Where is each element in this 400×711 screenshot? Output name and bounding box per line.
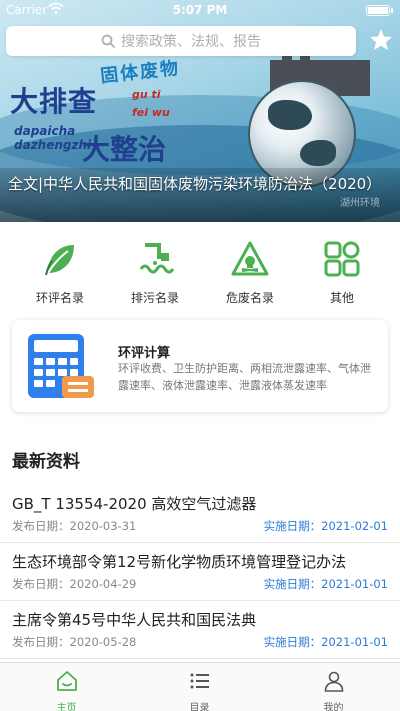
calculator-icon	[28, 334, 94, 398]
search-input[interactable]: 搜索政策、法规、报告	[6, 26, 356, 56]
tab-label: 我的	[323, 703, 344, 711]
section-title: 最新资料	[12, 452, 80, 472]
tab-label: 主页	[56, 703, 77, 711]
menu-item-label: 排污名录	[130, 291, 179, 305]
menu-item-hazardous-catalog[interactable]: 危废名录	[200, 235, 300, 305]
user-icon	[324, 671, 343, 692]
home-icon	[56, 671, 77, 691]
item-publish-date: 发布日期：2020-04-29	[12, 577, 137, 591]
tab-home[interactable]: 主页	[0, 663, 133, 711]
menu-item-label: 其他	[329, 291, 354, 305]
status-bar: Carrier 5:07 PM	[0, 0, 400, 20]
menu-item-other[interactable]: 其他	[292, 235, 392, 305]
item-implement-date: 实施日期：2021-01-01	[263, 577, 388, 591]
banner-headline-2: 大整治	[82, 133, 167, 166]
hazard-warning-icon	[231, 241, 269, 276]
card-title: 环评计算	[118, 346, 171, 361]
eia-calculator-card[interactable]: 环评计算 环评收费、卫生防护距离、两相流泄露速率、气体泄露速率、液体泄露速率、泄…	[12, 320, 388, 412]
tab-bar: 主页 目录 我的	[0, 662, 400, 711]
banner-watermark: 湖州环境	[340, 198, 380, 209]
item-publish-date: 发布日期：2020-03-31	[12, 519, 137, 533]
status-time: 5:07 PM	[172, 3, 228, 17]
search-placeholder: 搜索政策、法规、报告	[121, 34, 261, 50]
item-publish-date: 发布日期：2020-05-28	[12, 635, 137, 649]
tab-label: 目录	[189, 703, 210, 711]
item-title: 生态环境部令第12号新化学物质环境管理登记办法	[12, 553, 347, 571]
quick-menu: 环评名录 排污名录 危废名录 其他	[0, 235, 400, 305]
banner-headline-1: 大排查	[10, 85, 98, 118]
banner-globe-land	[300, 140, 336, 166]
item-implement-date: 实施日期：2021-01-01	[263, 635, 388, 649]
banner-pinyin-2: gu ti fei wu	[132, 88, 170, 119]
battery-icon	[366, 5, 390, 16]
item-title: GB_T 13554-2020 高效空气过滤器	[12, 495, 257, 513]
menu-item-label: 危废名录	[225, 291, 274, 305]
search-icon	[101, 34, 115, 48]
list-item[interactable]: GB_T 13554-2020 高效空气过滤器 发布日期：2020-03-31 …	[0, 485, 400, 543]
tab-catalog[interactable]: 目录	[133, 663, 266, 711]
item-title: 主席令第45号中华人民共和国民法典	[12, 611, 257, 629]
list-item[interactable]: 主席令第45号中华人民共和国民法典 发布日期：2020-05-28 实施日期：2…	[0, 601, 400, 659]
star-icon[interactable]	[368, 27, 394, 53]
list-icon	[190, 673, 209, 689]
menu-item-discharge-catalog[interactable]: 排污名录	[105, 235, 205, 305]
item-implement-date: 实施日期：2021-02-01	[263, 519, 388, 533]
leaf-icon	[45, 245, 74, 276]
card-description: 环评收费、卫生防护距离、两相流泄露速率、气体泄露速率、液体泄露速率、泄露液体蒸发…	[118, 362, 371, 392]
tab-profile[interactable]: 我的	[267, 663, 400, 711]
banner-tag: 固体废物	[99, 57, 182, 88]
battery-tip	[391, 8, 393, 13]
banner-pinyin-1: dapaicha dazhengzhi	[14, 124, 92, 152]
menu-item-eia-catalog[interactable]: 环评名录	[10, 235, 110, 305]
pipe-discharge-icon	[139, 243, 175, 274]
banner-globe-land	[268, 100, 312, 130]
list-item[interactable]: 生态环境部令第12号新化学物质环境管理登记办法 发布日期：2020-04-29 …	[0, 543, 400, 601]
menu-item-label: 环评名录	[35, 291, 84, 305]
banner-caption[interactable]: 全文|中华人民共和国固体废物污染环境防治法（2020）	[8, 174, 381, 195]
grid-icon	[324, 241, 360, 277]
